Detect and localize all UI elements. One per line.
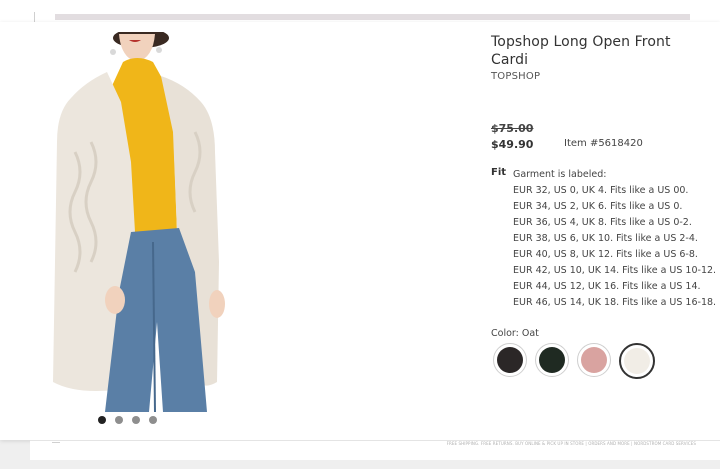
background-strip (55, 14, 690, 20)
image-carousel-dots (98, 416, 158, 426)
fit-size-line: EUR 40, US 8, UK 12. Fits like a US 6-8. (513, 249, 698, 260)
original-price: $75.00 (491, 122, 534, 135)
fit-label: Fit (491, 167, 507, 178)
divider (52, 442, 60, 443)
color-swatch-black[interactable] (493, 343, 527, 377)
fit-size-line: EUR 34, US 2, UK 6. Fits like a US 0. (513, 201, 683, 212)
model-hand (209, 290, 225, 318)
carousel-dot[interactable] (115, 416, 123, 424)
item-number: Item #5618420 (564, 138, 643, 149)
fit-size-line: EUR 36, US 4, UK 8. Fits like a US 0-2. (513, 217, 692, 228)
color-swatch-dark-green[interactable] (535, 343, 569, 377)
model-earring (156, 47, 162, 53)
swatch-fill (497, 347, 523, 373)
carousel-dot[interactable] (132, 416, 140, 424)
model-hand (105, 286, 125, 314)
swatch-fill (539, 347, 565, 373)
footer-links[interactable]: FREE SHIPPING. FREE RETURNS. BUY ONLINE … (447, 441, 696, 447)
color-label: Color: Oat (491, 328, 539, 339)
fit-size-line: EUR 44, US 12, UK 16. Fits like a US 14. (513, 281, 701, 292)
fit-details: Garment is labeled: EUR 32, US 0, UK 4. … (513, 167, 718, 311)
model-face (119, 34, 155, 62)
fit-size-line: EUR 32, US 0, UK 4. Fits like a US 00. (513, 185, 689, 196)
fit-size-line: EUR 42, US 10, UK 14. Fits like a US 10-… (513, 265, 717, 276)
carousel-dot[interactable] (98, 416, 106, 424)
fit-size-line: EUR 46, US 14, UK 18. Fits like a US 16-… (513, 297, 717, 308)
divider (34, 12, 35, 22)
swatch-fill (581, 347, 607, 373)
page-footer: FREE SHIPPING. FREE RETURNS. BUY ONLINE … (30, 440, 720, 460)
color-swatch-pink[interactable] (577, 343, 611, 377)
fit-intro: Garment is labeled: (513, 169, 607, 180)
carousel-dot[interactable] (149, 416, 157, 424)
sale-price: $49.90 (491, 138, 534, 151)
product-image[interactable] (45, 32, 245, 412)
swatch-fill (624, 348, 650, 374)
browser-top-bar (0, 0, 720, 22)
color-swatch-oat[interactable] (619, 343, 655, 379)
model-earring (110, 49, 116, 55)
product-brand[interactable]: TOPSHOP (491, 71, 540, 82)
fit-size-line: EUR 38, US 6, UK 10. Fits like a US 2-4. (513, 233, 698, 244)
product-title[interactable]: Topshop Long Open Front Cardi (491, 33, 691, 69)
